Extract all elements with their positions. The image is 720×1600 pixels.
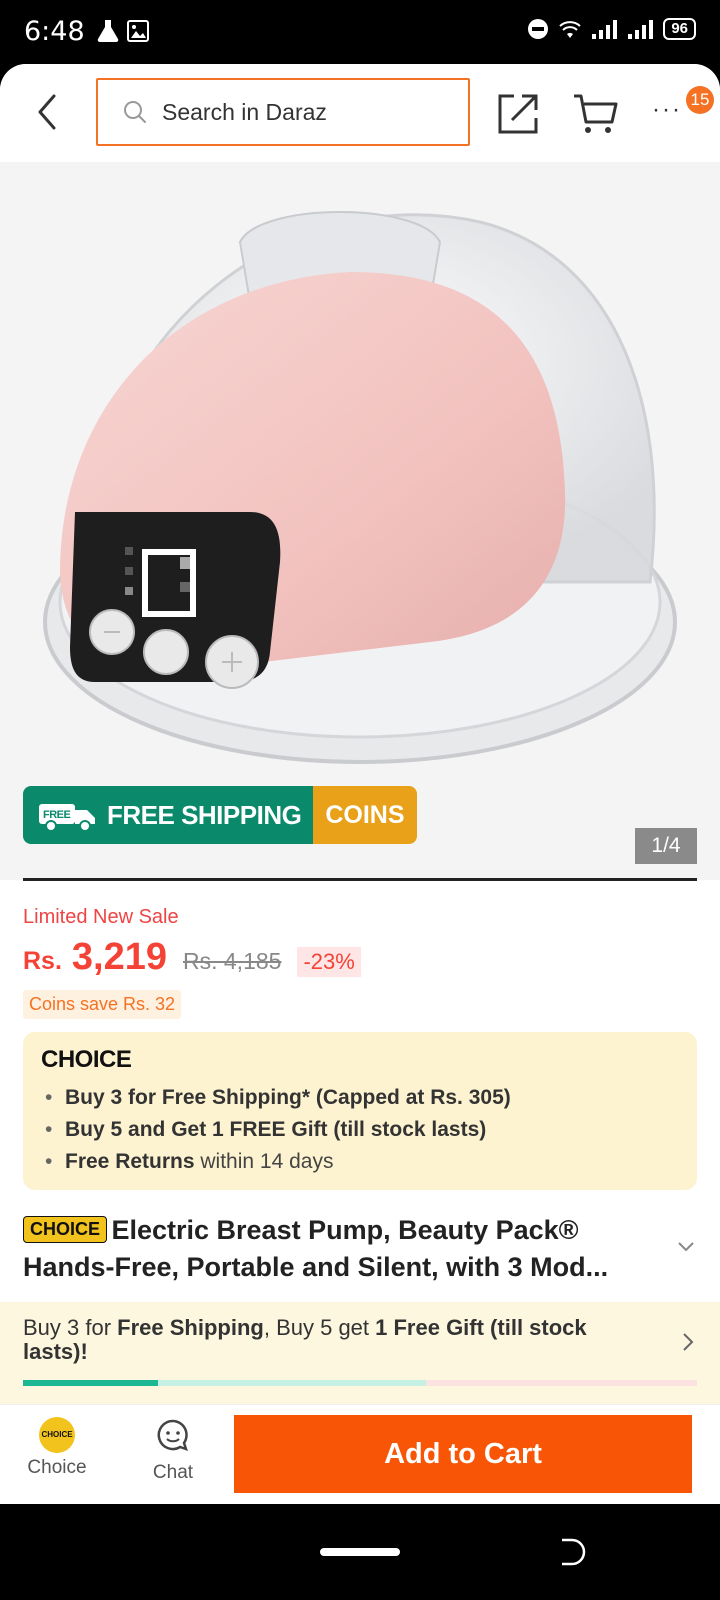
chevron-down-icon[interactable] — [676, 1240, 696, 1254]
add-to-cart-button[interactable]: Add to Cart — [234, 1415, 692, 1493]
product-image — [43, 211, 677, 764]
promo-progress-bar — [23, 1380, 697, 1386]
home-gesture-pill[interactable] — [320, 1548, 400, 1556]
original-price: Rs. 4,185 — [183, 948, 282, 974]
free-shipping-text: FREE SHIPPING — [107, 799, 302, 830]
flask-icon — [97, 20, 119, 43]
product-page: Search in Daraz ··· 15 FREE FREE SHIPPIN… — [0, 64, 720, 1504]
progress-fill — [23, 1380, 158, 1386]
chat-label: Chat — [152, 1462, 194, 1483]
bottom-action-bar: CHOICE Choice Chat Add to Cart — [0, 1404, 720, 1504]
image-icon — [127, 20, 149, 42]
coins-save-badge: Coins save Rs. 32 — [23, 990, 182, 1019]
product-title-text: Electric Breast Pump, Beauty Pack® Hands… — [23, 1215, 609, 1282]
search-input[interactable]: Search in Daraz — [96, 78, 470, 146]
cart-icon[interactable] — [572, 92, 618, 136]
choice-benefit: Buy 5 and Get 1 FREE Gift (till stock la… — [41, 1114, 679, 1146]
signal-icon-2 — [628, 20, 654, 39]
status-bar: 6:48 96 — [0, 0, 720, 64]
status-notification-icons — [96, 18, 150, 44]
back-arrow-icon[interactable] — [28, 90, 68, 134]
choice-benefits-box[interactable]: CHOICE Buy 3 for Free Shipping* (Capped … — [23, 1032, 697, 1190]
promo-strip[interactable]: Buy 3 for Free Shipping, Buy 5 get 1 Fre… — [0, 1302, 720, 1404]
choice-benefit: Buy 3 for Free Shipping* (Capped at Rs. … — [41, 1082, 679, 1114]
coins-label: COINS — [313, 786, 417, 844]
choice-coin-icon: CHOICE — [39, 1417, 75, 1453]
choice-label: Choice — [27, 1457, 87, 1478]
choice-benefits-list: Buy 3 for Free Shipping* (Capped at Rs. … — [41, 1082, 679, 1178]
product-image-gallery[interactable] — [0, 162, 720, 880]
choice-chip: CHOICE — [23, 1216, 108, 1243]
search-placeholder: Search in Daraz — [162, 98, 327, 125]
chat-icon — [157, 1419, 188, 1451]
free-tag: FREE — [43, 809, 71, 821]
gallery-divider — [23, 878, 697, 881]
progress-rest — [425, 1380, 697, 1386]
product-title[interactable]: CHOICE Electric Breast Pump, Beauty Pack… — [23, 1212, 663, 1286]
share-icon[interactable] — [496, 92, 540, 136]
system-navigation-bar — [0, 1504, 720, 1600]
free-shipping-banner: FREE FREE SHIPPING COINS — [23, 786, 417, 844]
discount-badge: -23% — [297, 947, 361, 977]
search-icon — [124, 101, 146, 123]
choice-nav-button[interactable]: CHOICE Choice — [20, 1417, 94, 1479]
price-row: Rs. 3,219 Rs. 4,185 -23% — [23, 936, 361, 979]
header: Search in Daraz ··· 15 — [0, 64, 720, 162]
battery-icon: 96 — [663, 18, 696, 40]
free-shipping-label: FREE FREE SHIPPING — [23, 786, 314, 844]
back-gesture-icon[interactable] — [556, 1536, 588, 1568]
image-page-indicator: 1/4 — [635, 828, 697, 864]
chat-nav-button[interactable]: Chat — [136, 1417, 210, 1484]
sale-label: Limited New Sale — [23, 906, 179, 928]
chevron-right-icon — [683, 1333, 694, 1351]
status-system-icons: 96 — [527, 18, 696, 40]
progress-mid — [157, 1380, 426, 1386]
do-not-disturb-icon — [528, 19, 549, 39]
status-time: 6:48 — [24, 16, 85, 47]
choice-logo: CHOICE — [41, 1046, 132, 1073]
promo-text: Buy 3 for Free Shipping, Buy 5 get 1 Fre… — [23, 1315, 587, 1364]
signal-icon — [592, 20, 618, 39]
price-currency: Rs. — [23, 947, 62, 975]
wifi-icon — [559, 21, 581, 38]
delivery-truck-icon: FREE — [39, 804, 95, 832]
choice-benefit: Free Returns within 14 days — [41, 1146, 679, 1178]
notification-badge: 15 — [686, 86, 714, 114]
price-value: 3,219 — [71, 936, 167, 978]
